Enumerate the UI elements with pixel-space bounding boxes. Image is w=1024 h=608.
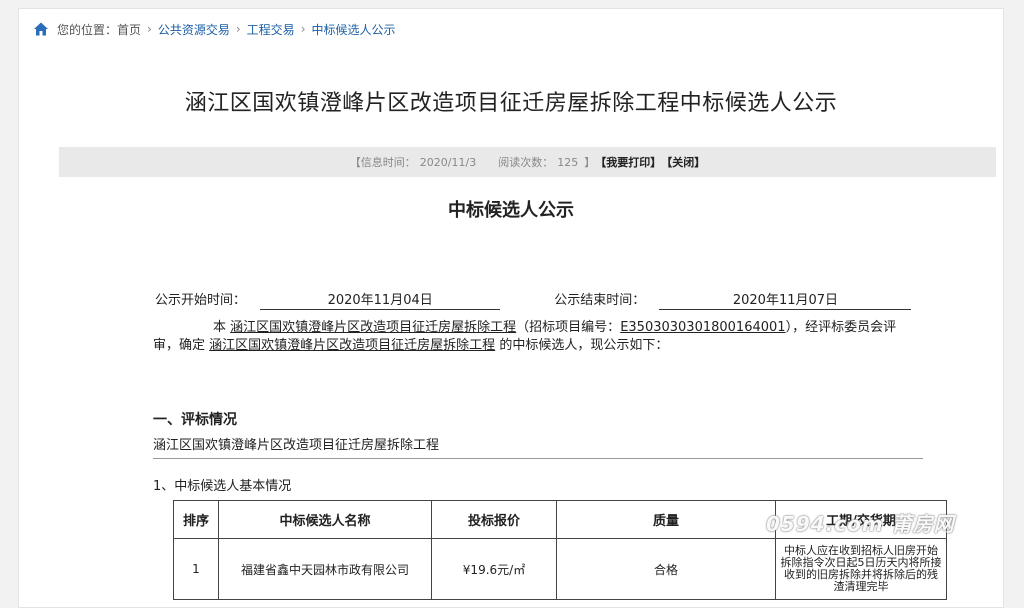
project-code: E3503030301800164001	[620, 320, 786, 335]
site-watermark: 0594.com 莆房网	[766, 512, 955, 536]
home-icon	[34, 22, 48, 36]
info-views-label: 阅读次数：	[498, 156, 554, 169]
info-time-value: 2020/11/3	[419, 155, 477, 169]
divider	[153, 458, 923, 459]
table-row: 1 福建省鑫中天园林市政有限公司 ¥19.6元/㎡ 合格 中标人应在收到招标人旧…	[173, 538, 947, 600]
chevron-right-icon: ›	[235, 22, 241, 36]
para-text-4: 的中标候选人，现公示如下：	[499, 338, 669, 353]
cell-rank: 1	[173, 538, 219, 600]
cell-name: 福建省鑫中天园林市政有限公司	[218, 538, 432, 600]
cell-period: 中标人应在收到招标人旧房开始拆除指令次日起5日历天内将所接收到的旧房拆除并将拆除…	[775, 538, 947, 600]
project-link-2[interactable]: 涵江区国欢镇澄峰片区改造项目征迁房屋拆除工程	[209, 338, 495, 353]
end-time-value: 2020年11月07日	[659, 289, 912, 310]
chevron-right-icon: ›	[147, 22, 152, 36]
cell-price: ¥19.6元/㎡	[431, 538, 557, 600]
cell-quality: 合格	[556, 538, 776, 600]
end-time-label: 公示结束时间：	[554, 293, 646, 308]
section-project-name: 涵江区国欢镇澄峰片区改造项目征迁房屋拆除工程	[153, 438, 440, 453]
breadcrumb-public-resource[interactable]: 公共资源交易	[158, 21, 230, 38]
chevron-right-icon: ›	[300, 22, 306, 36]
project-link-1[interactable]: 涵江区国欢镇澄峰片区改造项目征迁房屋拆除工程	[230, 320, 516, 335]
breadcrumb-prefix: 您的位置：	[57, 22, 118, 37]
close-button[interactable]: 【关闭】	[661, 154, 705, 170]
publicity-time-row: 公示开始时间： 2020年11月04日 公示结束时间： 2020年11月07日	[155, 289, 912, 310]
start-time-label: 公示开始时间：	[155, 293, 247, 308]
breadcrumb-current[interactable]: 中标候选人公示	[312, 21, 396, 38]
breadcrumb-home[interactable]: 首页	[117, 21, 141, 38]
col-quality: 质量	[556, 500, 776, 539]
col-price: 投标报价	[431, 500, 557, 539]
print-button[interactable]: 【我要打印】	[595, 154, 661, 170]
col-name: 中标候选人名称	[218, 500, 432, 539]
breadcrumb-engineering[interactable]: 工程交易	[247, 21, 295, 38]
section-heading: 一、评标情况	[153, 412, 237, 428]
info-time-label: 【信息时间：	[349, 156, 416, 169]
col-rank: 排序	[173, 500, 219, 539]
start-time-value: 2020年11月04日	[260, 289, 501, 310]
info-bar: 【信息时间： 2020/11/3 阅读次数： 125 】 【我要打印】 【关闭】	[59, 147, 996, 177]
info-views-value: 125	[557, 155, 579, 169]
notice-paragraph: 本 涵江区国欢镇澄峰片区改造项目征迁房屋拆除工程（招标项目编号：E3503030…	[153, 319, 905, 355]
para-text-2: （招标项目编号：	[516, 320, 621, 335]
notice-title: 中标候选人公示	[448, 200, 574, 221]
para-text-1: 本	[213, 320, 227, 335]
info-bracket: 】	[584, 156, 596, 169]
breadcrumb: 您的位置： 首页 › 公共资源交易 › 工程交易 › 中标候选人公示	[33, 19, 396, 39]
page-title: 涵江区国欢镇澄峰片区改造项目征迁房屋拆除工程中标候选人公示	[184, 91, 838, 116]
sub-heading: 1、中标候选人基本情况	[153, 479, 292, 494]
